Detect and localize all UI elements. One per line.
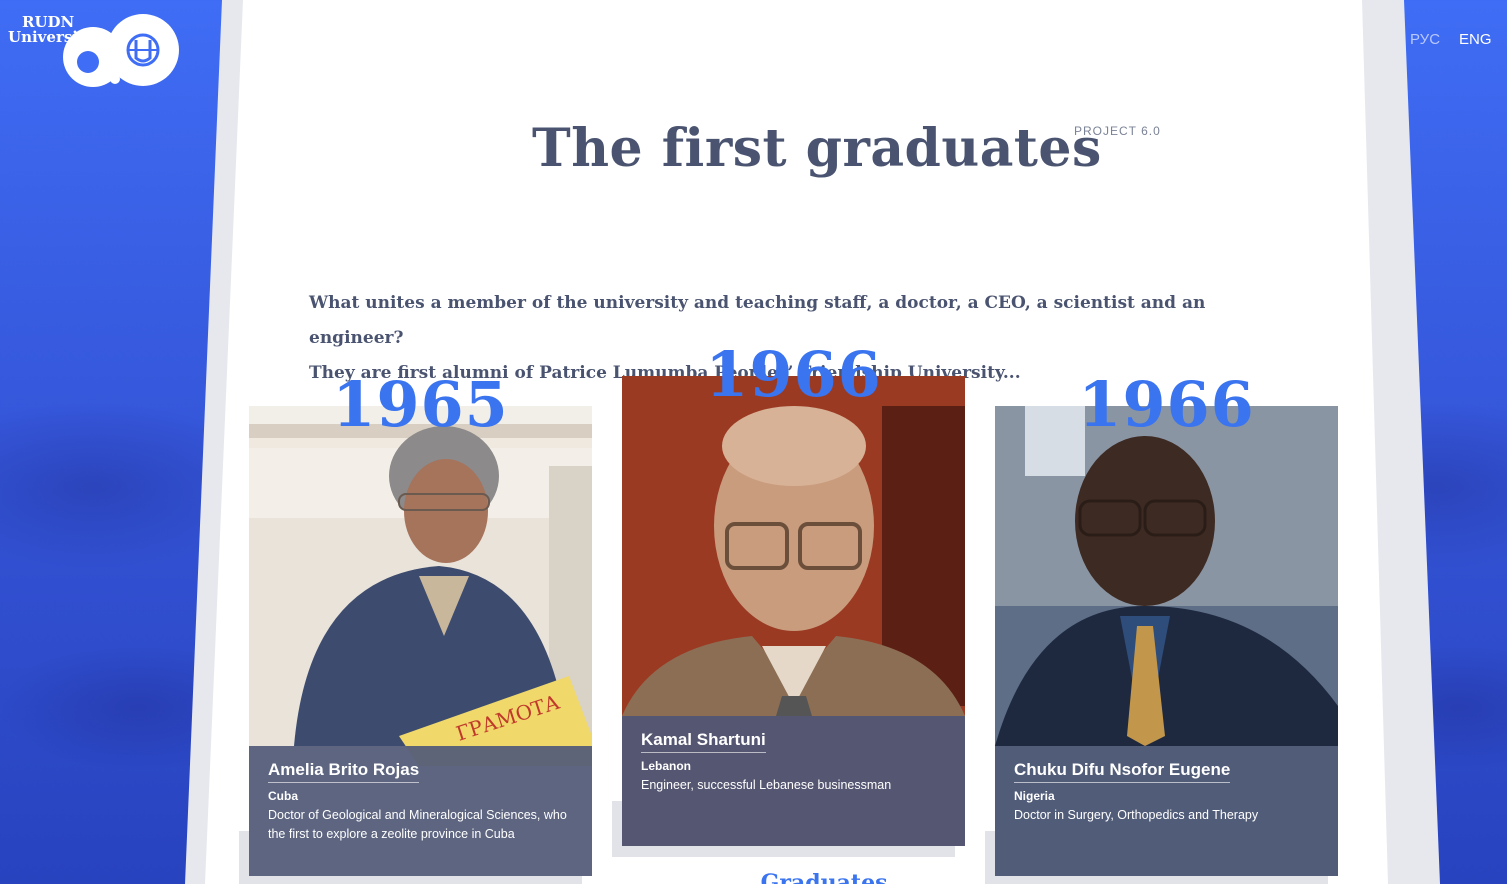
page-title: The first graduates bbox=[532, 118, 1102, 179]
graduate-card-2[interactable]: Kamal Shartuni Lebanon Engineer, success… bbox=[622, 376, 965, 846]
graduate-name[interactable]: Amelia Brito Rojas bbox=[268, 760, 420, 783]
graduate-description: Doctor in Surgery, Orthopedics and Thera… bbox=[1014, 808, 1259, 822]
graduate-country: Cuba bbox=[268, 789, 298, 803]
project-tag: PROJECT 6.0 bbox=[1074, 124, 1161, 138]
graduate-info-1: Amelia Brito Rojas Cuba Doctor of Geolog… bbox=[249, 746, 592, 876]
graduate-country: Lebanon bbox=[641, 759, 691, 773]
graduate-description: Engineer, successful Lebanese businessma… bbox=[641, 778, 892, 792]
graduate-name[interactable]: Chuku Difu Nsofor Eugene bbox=[1014, 760, 1231, 783]
graduate-name[interactable]: Kamal Shartuni bbox=[641, 730, 766, 753]
graduate-year-3: 1966 bbox=[1078, 368, 1255, 441]
lang-ru-link[interactable]: РУС bbox=[1410, 31, 1440, 48]
graduate-card-3[interactable]: Chuku Difu Nsofor Eugene Nigeria Doctor … bbox=[995, 406, 1338, 876]
graduate-year-2: 1966 bbox=[705, 338, 882, 411]
rudn-logo[interactable]: RUDN University bbox=[8, 14, 183, 89]
graduate-info-3: Chuku Difu Nsofor Eugene Nigeria Doctor … bbox=[995, 746, 1338, 876]
graduate-card-1[interactable]: ГРАМОТА Amelia Brito Rojas Cuba Doctor o… bbox=[249, 406, 592, 876]
lang-en-link[interactable]: ENG bbox=[1459, 31, 1492, 48]
graduate-description: Doctor of Geological and Mineralogical S… bbox=[268, 808, 567, 841]
graduate-year-1: 1965 bbox=[332, 368, 509, 441]
logo-university-text: University bbox=[8, 28, 94, 46]
graduate-info-2: Kamal Shartuni Lebanon Engineer, success… bbox=[622, 716, 965, 846]
graduate-country: Nigeria bbox=[1014, 789, 1055, 803]
more-graduates-heading: ... Graduates bbox=[730, 870, 888, 884]
